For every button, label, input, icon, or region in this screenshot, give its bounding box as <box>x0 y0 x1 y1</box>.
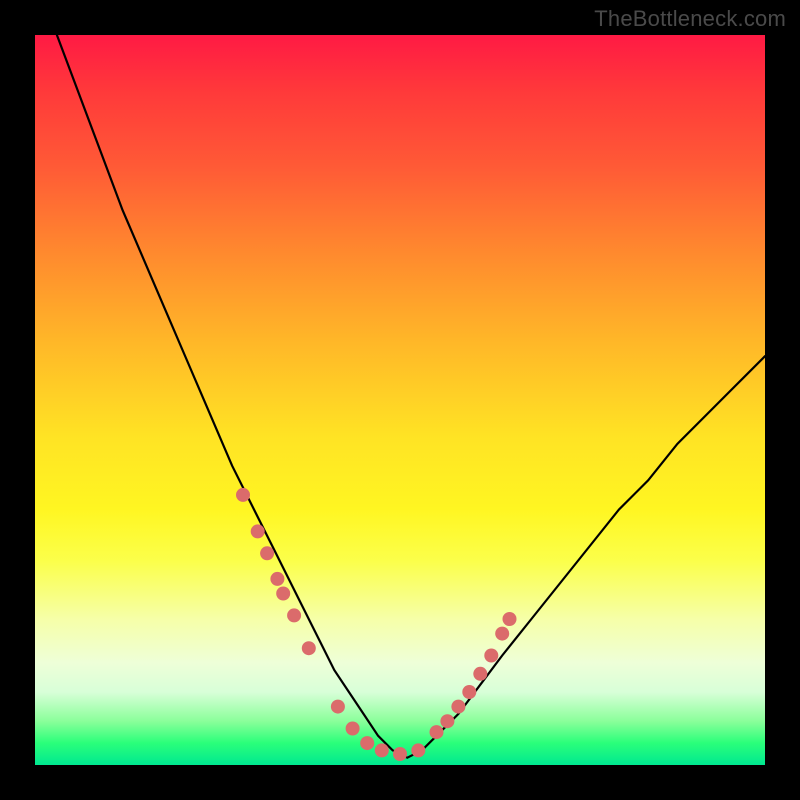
plot-area <box>35 35 765 765</box>
highlight-point <box>375 743 389 757</box>
chart-frame: TheBottleneck.com <box>0 0 800 800</box>
highlight-point <box>302 641 316 655</box>
chart-svg <box>35 35 765 765</box>
highlight-point <box>503 612 517 626</box>
highlight-point <box>495 627 509 641</box>
watermark-text: TheBottleneck.com <box>594 6 786 32</box>
highlight-point <box>360 736 374 750</box>
highlight-point <box>430 725 444 739</box>
highlight-point <box>287 608 301 622</box>
highlight-point <box>331 700 345 714</box>
highlight-point <box>484 649 498 663</box>
highlight-point <box>451 700 465 714</box>
highlight-point <box>270 572 284 586</box>
highlight-point <box>251 524 265 538</box>
highlight-point <box>462 685 476 699</box>
highlight-point <box>440 714 454 728</box>
highlight-point <box>346 722 360 736</box>
bottleneck-curve <box>57 35 765 758</box>
highlight-point <box>411 743 425 757</box>
highlight-points <box>236 488 517 761</box>
highlight-point <box>276 587 290 601</box>
highlight-point <box>473 667 487 681</box>
highlight-point <box>393 747 407 761</box>
highlight-point <box>236 488 250 502</box>
highlight-point <box>260 546 274 560</box>
